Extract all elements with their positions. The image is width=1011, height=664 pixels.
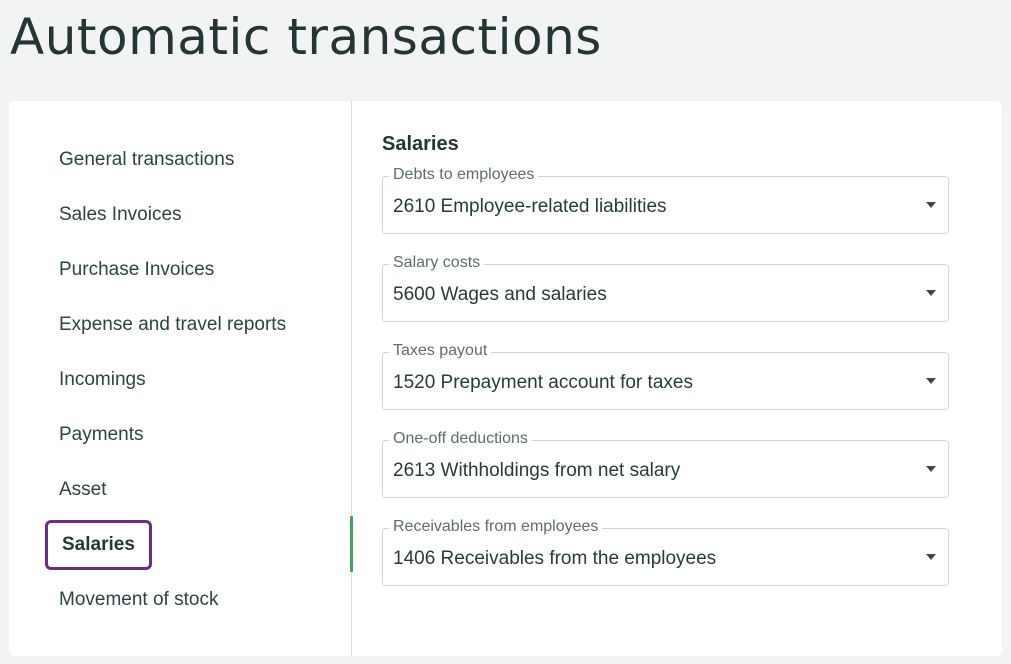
field-value: 1406 Receivables from the employees <box>393 548 717 569</box>
sidebar-item-label: Payments <box>59 423 144 445</box>
chevron-down-icon <box>926 554 936 560</box>
sidebar-item-label: Expense and travel reports <box>59 313 287 335</box>
field-label: Receivables from employees <box>389 518 603 536</box>
field-label: Debts to employees <box>389 166 539 184</box>
sidebar-item-expense-travel-reports[interactable]: Expense and travel reports <box>9 297 351 352</box>
sidebar-item-incomings[interactable]: Incomings <box>9 352 351 407</box>
chevron-down-icon <box>926 466 936 472</box>
sidebar-item-sales-invoices[interactable]: Sales Invoices <box>9 187 351 242</box>
sidebar-nav: General transactions Sales Invoices Purc… <box>9 101 353 656</box>
field-label: Salary costs <box>389 254 485 272</box>
sidebar-item-purchase-invoices[interactable]: Purchase Invoices <box>9 242 351 297</box>
sidebar-item-label: Purchase Invoices <box>59 258 215 280</box>
taxes-payout-select[interactable]: Taxes payout 1520 Prepayment account for… <box>382 342 949 410</box>
sidebar-item-general-transactions[interactable]: General transactions <box>9 132 351 187</box>
chevron-down-icon <box>926 202 936 208</box>
sidebar-item-label: Incomings <box>59 368 146 390</box>
field-label: One-off deductions <box>389 430 532 448</box>
sidebar-item-label: Salaries <box>45 519 152 570</box>
field-value: 5600 Wages and salaries <box>393 284 607 305</box>
field-label: Taxes payout <box>389 342 492 360</box>
debts-to-employees-select[interactable]: Debts to employees 2610 Employee-related… <box>382 166 949 234</box>
sidebar-item-label: Asset <box>59 478 107 500</box>
chevron-down-icon <box>926 378 936 384</box>
field-value: 2613 Withholdings from net salary <box>393 460 681 481</box>
sidebar-item-label: Sales Invoices <box>59 203 182 225</box>
one-off-deductions-select[interactable]: One-off deductions 2613 Withholdings fro… <box>382 430 949 498</box>
sidebar-item-label: General transactions <box>59 148 235 170</box>
receivables-from-employees-select[interactable]: Receivables from employees 1406 Receivab… <box>382 518 949 586</box>
sidebar-item-label: Movement of stock <box>59 588 219 610</box>
chevron-down-icon <box>926 290 936 296</box>
sidebar-item-salaries[interactable]: Salaries <box>9 516 353 572</box>
salaries-panel: Salaries Debts to employees 2610 Employe… <box>352 101 1002 656</box>
page-title: Automatic transactions <box>10 8 602 66</box>
sidebar-item-movement-of-stock[interactable]: Movement of stock <box>9 572 351 627</box>
section-title: Salaries <box>382 133 459 155</box>
sidebar-item-asset[interactable]: Asset <box>9 462 351 517</box>
sidebar-item-payments[interactable]: Payments <box>9 407 351 462</box>
field-value: 1520 Prepayment account for taxes <box>393 372 693 393</box>
field-value: 2610 Employee-related liabilities <box>393 196 667 217</box>
settings-card: General transactions Sales Invoices Purc… <box>9 101 1002 656</box>
salary-costs-select[interactable]: Salary costs 5600 Wages and salaries <box>382 254 949 322</box>
